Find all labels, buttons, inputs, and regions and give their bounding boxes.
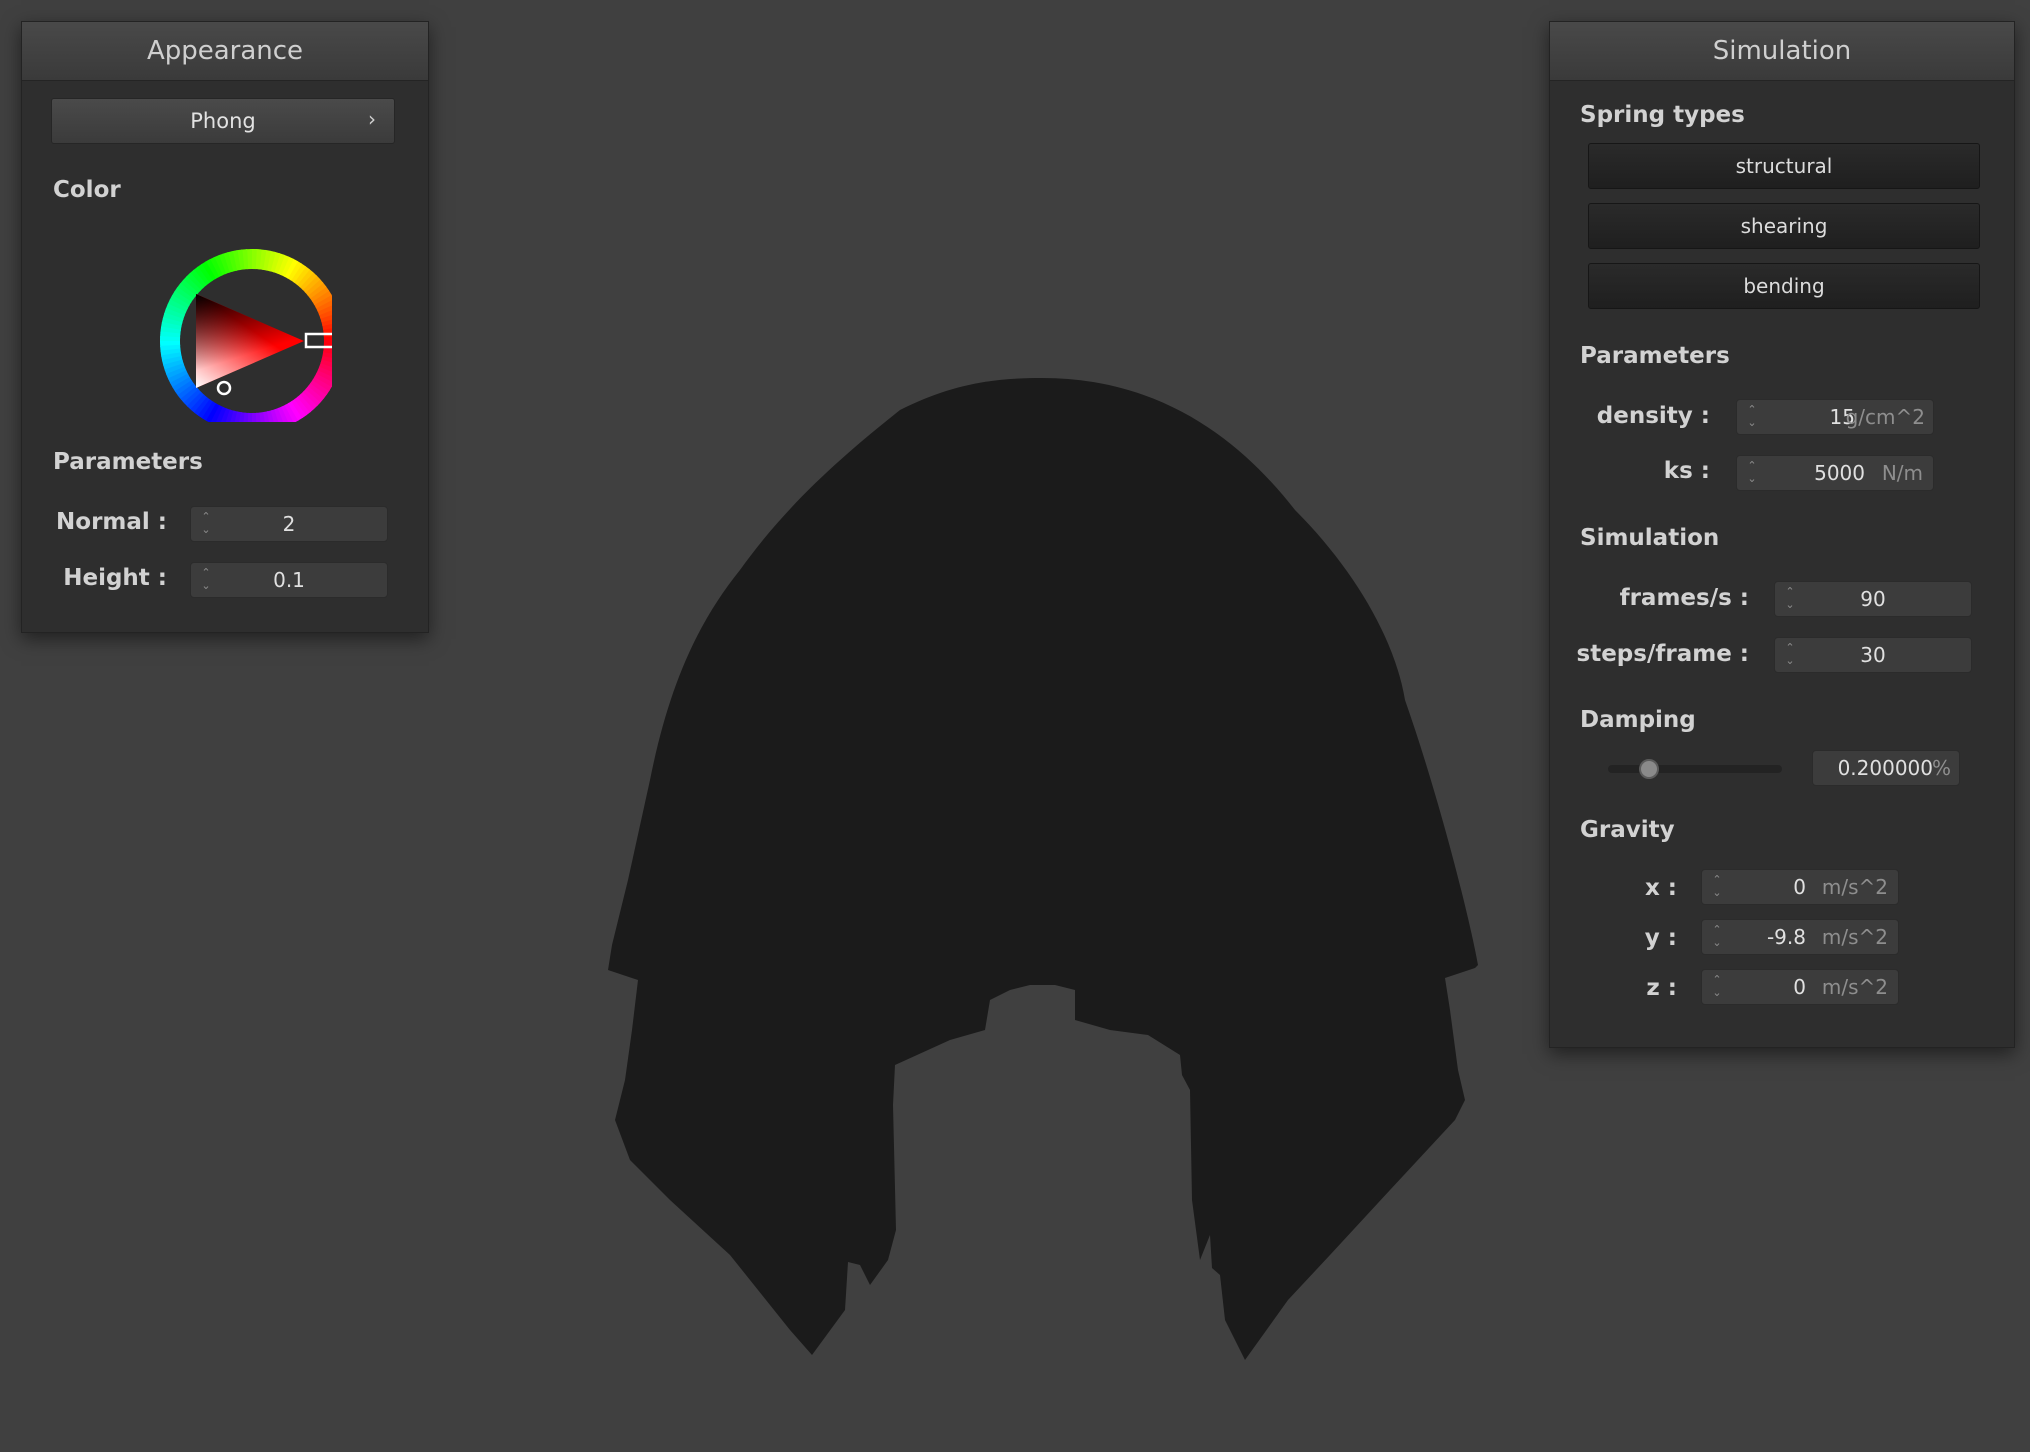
saturation-value-triangle[interactable]: [196, 294, 304, 388]
gravity-z-value: 0: [1793, 975, 1806, 999]
color-section-label: Color: [53, 177, 121, 203]
damping-unit: %: [1931, 756, 1951, 780]
normal-value: 2: [282, 512, 296, 536]
damping-slider-track[interactable]: [1608, 765, 1782, 773]
frames-per-second-spinbox[interactable]: ⌃ ⌄ 90: [1774, 581, 1972, 617]
steps-per-frame-label: steps/frame :: [1576, 641, 1749, 667]
appearance-panel: Appearance Phong › Color Parameters Norm…: [21, 21, 429, 633]
density-label: density :: [1596, 403, 1710, 429]
height-value: 0.1: [273, 568, 305, 592]
color-selector-handle[interactable]: [216, 380, 232, 396]
ks-label: ks :: [1663, 458, 1710, 484]
ks-unit: N/m: [1881, 461, 1923, 485]
normal-spinbox[interactable]: ⌃ ⌄ 2: [190, 506, 388, 542]
height-spinbox[interactable]: ⌃ ⌄ 0.1: [190, 562, 388, 598]
damping-label: Damping: [1580, 707, 1696, 733]
structural-spring-button[interactable]: structural: [1588, 143, 1980, 189]
spin-arrows-icon[interactable]: ⌃ ⌄: [1710, 923, 1724, 951]
gravity-z-unit: m/s^2: [1821, 975, 1888, 999]
height-label: Height :: [63, 565, 167, 591]
damping-slider[interactable]: [1608, 759, 1782, 779]
spin-arrows-icon[interactable]: ⌃ ⌄: [1710, 973, 1724, 1001]
gravity-x-spinbox[interactable]: ⌃ ⌄ 0 m/s^2: [1701, 869, 1899, 905]
ks-spinbox[interactable]: ⌃ ⌄ 5000 N/m: [1736, 455, 1934, 491]
shader-dropdown[interactable]: Phong ›: [51, 98, 395, 144]
density-spinbox[interactable]: ⌃ ⌄ 15 g/cm^2: [1736, 399, 1934, 435]
simulation-section-label: Simulation: [1580, 525, 1720, 551]
shearing-spring-button[interactable]: shearing: [1588, 203, 1980, 249]
density-unit: g/cm^2: [1845, 405, 1925, 429]
spin-arrows-icon[interactable]: ⌃ ⌄: [1745, 403, 1759, 431]
damping-slider-handle[interactable]: [1638, 759, 1659, 779]
gravity-x-label: x :: [1644, 875, 1677, 901]
simulation-parameters-label: Parameters: [1580, 343, 1730, 369]
frames-per-second-value: 90: [1860, 587, 1886, 611]
bending-spring-button[interactable]: bending: [1588, 263, 1980, 309]
color-wheel[interactable]: [132, 222, 332, 422]
damping-field[interactable]: 0.200000 %: [1812, 750, 1960, 786]
gravity-y-value: -9.8: [1766, 925, 1806, 949]
gravity-z-spinbox[interactable]: ⌃ ⌄ 0 m/s^2: [1701, 969, 1899, 1005]
gravity-y-unit: m/s^2: [1821, 925, 1888, 949]
gravity-z-label: z :: [1646, 975, 1677, 1001]
normal-label: Normal :: [56, 509, 167, 535]
frames-per-second-label: frames/s :: [1619, 585, 1749, 611]
appearance-panel-title: Appearance: [22, 22, 428, 81]
gravity-label: Gravity: [1580, 817, 1675, 843]
spin-arrows-icon[interactable]: ⌃ ⌄: [1745, 459, 1759, 487]
simulation-panel-title: Simulation: [1550, 22, 2014, 81]
chevron-right-icon: ›: [368, 107, 376, 131]
appearance-parameters-label: Parameters: [53, 449, 203, 475]
ks-value: 5000: [1814, 461, 1865, 485]
spring-types-label: Spring types: [1580, 102, 1745, 128]
spin-arrows-icon[interactable]: ⌃ ⌄: [1710, 873, 1724, 901]
gravity-x-unit: m/s^2: [1821, 875, 1888, 899]
gravity-x-value: 0: [1793, 875, 1806, 899]
shader-dropdown-value: Phong: [190, 109, 256, 133]
damping-value: 0.200000: [1837, 756, 1933, 780]
gravity-y-label: y :: [1644, 925, 1677, 951]
steps-per-frame-value: 30: [1860, 643, 1886, 667]
simulation-panel: Simulation Spring types structural shear…: [1549, 21, 2015, 1048]
steps-per-frame-spinbox[interactable]: ⌃ ⌄ 30: [1774, 637, 1972, 673]
gravity-y-spinbox[interactable]: ⌃ ⌄ -9.8 m/s^2: [1701, 919, 1899, 955]
cloth-mesh: [608, 378, 1478, 1360]
